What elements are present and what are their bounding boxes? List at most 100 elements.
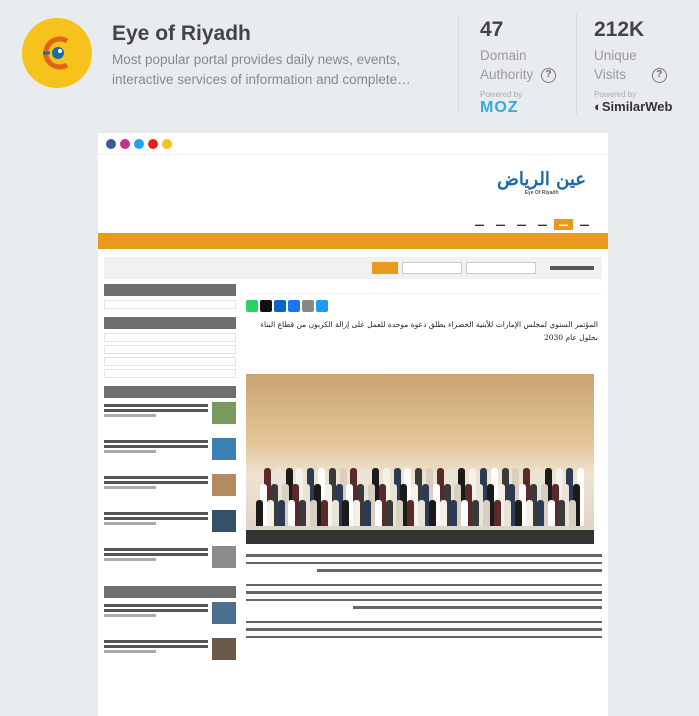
sidebar-item [104,357,236,366]
sidebar-news-item [104,510,236,542]
question-circle-icon[interactable]: ? [651,67,667,83]
facebook-icon [106,138,116,149]
person-figure [504,500,512,526]
nav-item: ▬▬ [517,221,526,227]
domain-authority-stat: 47 Domain Authority ? Powered by MOZ [480,18,557,117]
preview-article: المؤتمر السنوي لمجلس الإمارات للأبنية ال… [246,284,602,643]
unique-visits-label-line2: Visits [594,67,627,82]
person-figure [320,500,328,526]
divider [576,14,577,114]
eye-logo-icon [43,36,69,70]
site-summary-card: Eye of Riyadh Most popular portal provid… [0,0,699,128]
news-thumbnail [212,638,236,660]
nav-item-active: ▬▬ [554,218,573,230]
news-thumbnail [212,474,236,496]
person-figure [526,500,533,526]
linkedin-icon [274,300,286,312]
person-figure [472,500,479,526]
nav-item: ▬▬ [475,221,484,227]
sidebar-item [104,369,236,378]
site-logo[interactable] [22,18,92,88]
person-figure [342,500,350,526]
sidebar-item [104,345,236,354]
person-figure [482,500,490,526]
question-circle-icon[interactable]: ? [541,67,557,83]
person-figure [428,500,436,526]
sidebar-news-item [104,402,236,434]
preview-logo: عين الرياض Eye Of Riyadh [497,169,586,196]
person-figure [256,500,263,526]
sidebar-news-item [104,438,236,470]
sidebar-header [104,386,236,398]
person-figure [299,500,307,526]
person-figure [288,500,296,526]
news-thumbnail [212,510,236,532]
sidebar-news-item [104,638,236,670]
preview-brand-row: عين الرياض Eye Of Riyadh [98,155,608,217]
preview-search-row [104,257,602,279]
person-figure [569,500,577,526]
powered-by-label: Powered by [480,90,523,99]
messenger-icon [316,300,328,312]
nav-item: ▬▬ [580,221,589,227]
preview-select [402,262,462,274]
person-figure [439,500,447,526]
group-photo-people [256,456,585,526]
sidebar-news-item [104,474,236,506]
preview-nav: ▬▬ ▬▬ ▬▬ ▬▬ ▬▬ ▬▬ [98,217,608,231]
person-figure [331,500,339,526]
similarweb-logo: ◐SimilarWeb [594,99,672,114]
person-figure [536,500,544,526]
similarweb-provider-name: SimilarWeb [601,99,673,114]
sidebar-header [104,586,236,598]
preview-columns: المؤتمر السنوي لمجلس الإمارات للأبنية ال… [104,284,602,716]
person-figure [493,500,501,526]
person-figure [515,500,523,526]
person-figure [310,500,317,526]
sidebar-field [104,300,236,309]
person-figure [407,500,415,526]
photo-caption-bar [246,530,594,544]
divider [458,14,459,114]
person-figure [266,500,274,526]
person-figure [364,500,371,526]
person-figure [418,500,425,526]
preview-topbar [98,133,608,155]
news-thumbnail [212,438,236,460]
site-description: Most popular portal provides daily news,… [112,52,411,87]
twitter-icon [134,138,144,149]
article-body [246,554,602,638]
person-figure [277,500,285,526]
snapchat-icon [162,138,172,149]
person-figure [461,500,469,526]
site-preview-screenshot[interactable]: عين الرياض Eye Of Riyadh ▬▬ ▬▬ ▬▬ ▬▬ ▬▬ … [98,133,608,716]
facebook-share-icon [288,300,300,312]
preview-search-label [550,266,594,270]
powered-by-label: Powered by [594,90,637,99]
preview-subnav [98,233,608,249]
unique-visits-label-line1: Unique [594,48,637,63]
preview-search-button [372,262,398,274]
preview-brand-english: Eye Of Riyadh [524,190,559,196]
youtube-icon [148,138,158,149]
domain-authority-label-line2: Authority [480,67,534,82]
person-figure [374,500,382,526]
news-thumbnail [212,602,236,624]
nav-item: ▬▬ [538,221,547,227]
domain-authority-label-line1: Domain [480,48,527,63]
person-figure [547,500,555,526]
article-photo [246,374,594,544]
news-thumbnail [212,402,236,424]
site-title[interactable]: Eye of Riyadh [112,22,251,46]
email-icon [302,300,314,312]
news-thumbnail [212,546,236,568]
instagram-icon [120,138,130,149]
moz-logo: MOZ [480,99,519,116]
nav-item: ▬▬ [496,221,505,227]
article-headline: المؤتمر السنوي لمجلس الإمارات للأبنية ال… [260,320,598,342]
preview-search-input [466,262,536,274]
unique-visits-value: 212K [594,18,645,41]
sidebar-item [104,333,236,342]
sidebar-header [104,317,236,329]
similarweb-glyph-icon: ◐ [594,99,602,114]
